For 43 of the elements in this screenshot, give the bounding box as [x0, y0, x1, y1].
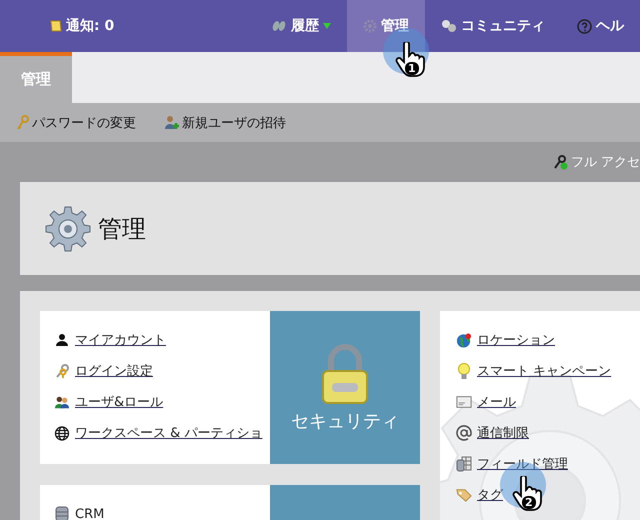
footprints-icon	[271, 19, 287, 33]
key-icon	[16, 114, 30, 130]
toolbar-link[interactable]: 新規ユーザの招待	[164, 114, 286, 132]
settings-link[interactable]: メール	[477, 393, 516, 411]
tag-icon	[456, 487, 472, 503]
nav-item[interactable]: コミュニティ	[425, 0, 561, 52]
settings-link[interactable]: タグ	[477, 486, 503, 504]
nav-item[interactable]: 履歴	[255, 0, 347, 52]
settings-link[interactable]: スマート キャンペーン	[477, 362, 612, 380]
settings-link[interactable]: フィールド管理	[477, 455, 568, 473]
nav-item[interactable]: 管理	[347, 0, 425, 52]
caret-icon	[323, 23, 331, 29]
person-icon	[54, 333, 70, 347]
settings-link[interactable]: 通信制限	[477, 424, 529, 442]
users-icon	[54, 394, 70, 410]
help-icon	[577, 18, 592, 34]
keys-icon	[54, 363, 70, 379]
settings-link[interactable]: ワークスペース & パーティショ	[75, 424, 262, 442]
nav-item[interactable]: ヘル	[561, 0, 640, 52]
category-label[interactable]: CRM	[75, 506, 104, 520]
settings-link[interactable]: ログイン設定	[75, 362, 153, 380]
key-check-icon	[552, 154, 569, 170]
settings-link[interactable]: ロケーション	[477, 331, 555, 349]
settings-link[interactable]: マイアカウント	[75, 331, 166, 349]
envelope-icon	[456, 395, 472, 409]
at-sign-icon	[456, 425, 472, 441]
access-level: フル アクセ	[570, 154, 640, 171]
earth-icon	[456, 332, 472, 348]
note-icon	[49, 19, 63, 33]
page-title: 管理	[98, 214, 146, 244]
lightbulb-icon	[456, 362, 472, 380]
gear-icon	[363, 19, 377, 33]
tile-title: セキュリティ	[291, 410, 399, 432]
padlock-icon	[320, 342, 370, 404]
settings-link[interactable]: ユーザ&ロール	[75, 393, 164, 411]
add-user-icon	[164, 114, 180, 130]
database-icon	[54, 506, 70, 520]
chat-bubbles-icon	[441, 19, 457, 33]
toolbar-link[interactable]: パスワードの変更	[16, 114, 136, 132]
gear-icon	[44, 204, 92, 252]
database-table-icon	[456, 456, 472, 472]
notifications-link[interactable]: 通知: 0	[49, 0, 255, 52]
globe-icon	[54, 426, 70, 440]
